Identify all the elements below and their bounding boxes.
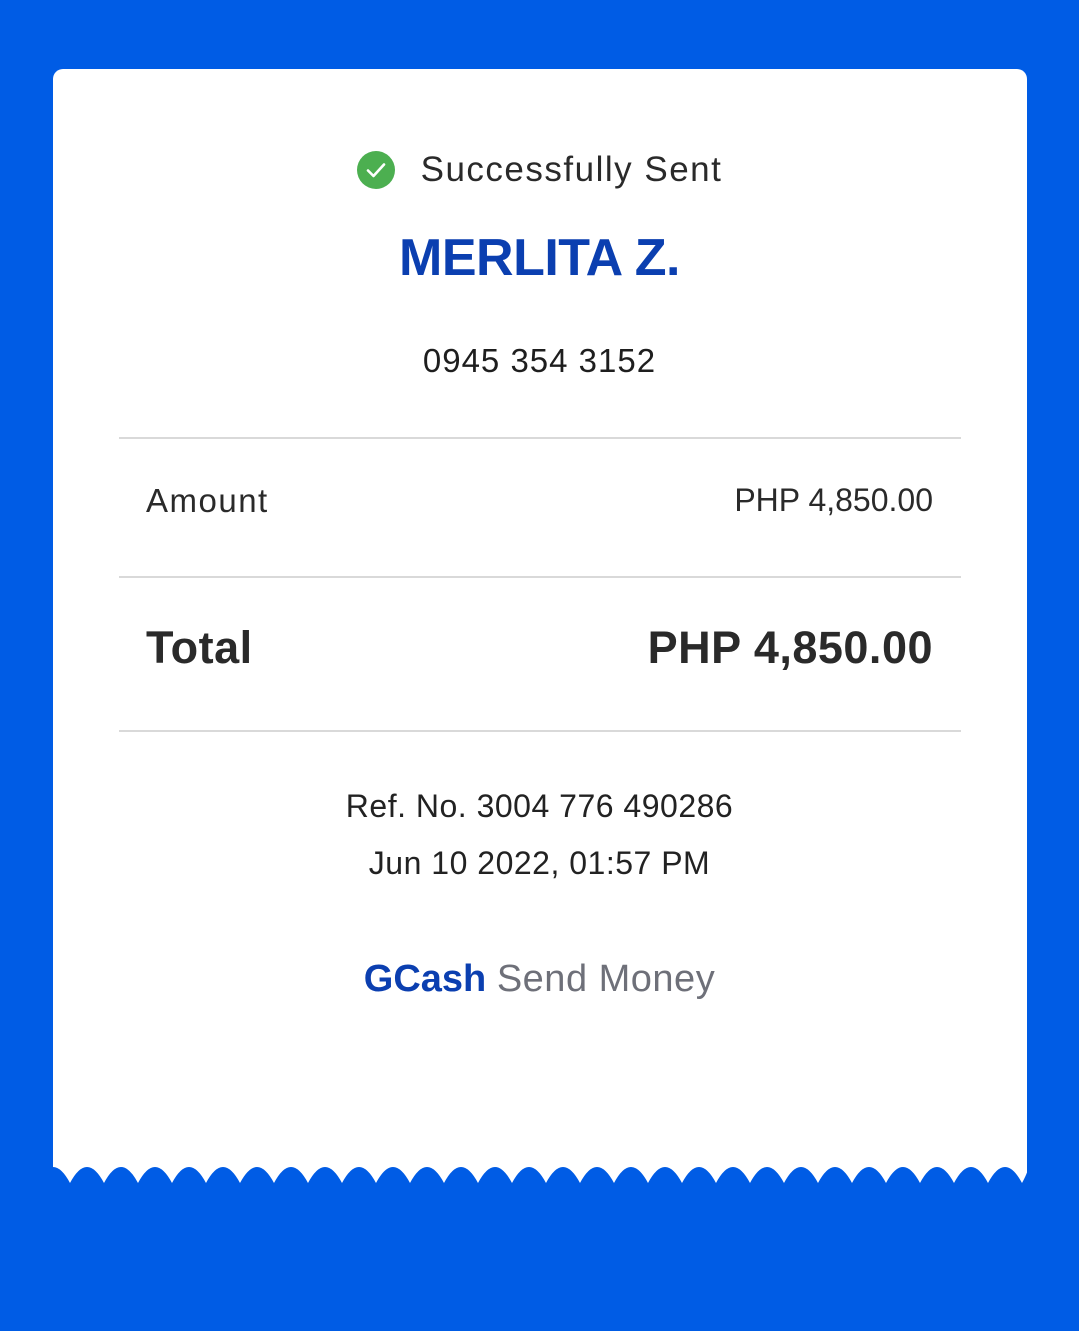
recipient-name: MERLITA Z. [399, 229, 680, 287]
total-label: Total [146, 622, 253, 673]
status-row: Successfully Sent [0, 148, 1079, 192]
amount-label: Amount [146, 482, 269, 519]
brand-name: GCash [363, 958, 487, 1000]
reference-number: Ref. No. 3004 776 490286 [345, 788, 734, 824]
transaction-datetime: Jun 10 2022, 01:57 PM [368, 845, 711, 881]
receipt-torn-edge [53, 1163, 1027, 1183]
divider [119, 730, 961, 732]
amount-value: PHP 4,850.00 [734, 482, 933, 518]
recipient-phone: 0945 354 3152 [422, 342, 657, 379]
divider [119, 437, 961, 439]
check-circle-icon [356, 151, 395, 189]
divider [119, 576, 961, 578]
total-value: PHP 4,850.00 [647, 622, 933, 673]
status-text: Successfully Sent [420, 150, 723, 189]
brand-service: Send Money [496, 958, 716, 1000]
footer-brand: GCash Send Money [0, 958, 1079, 1001]
